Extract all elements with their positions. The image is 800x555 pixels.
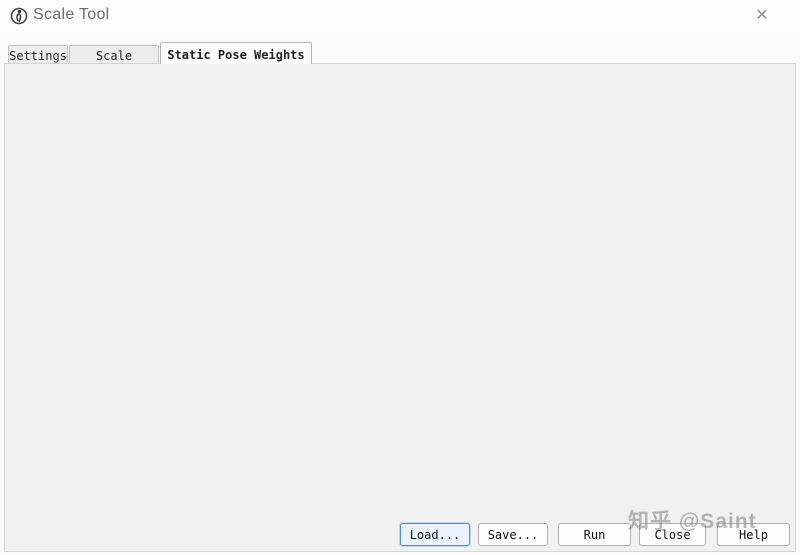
title-bar: Scale Tool ✕ <box>0 0 800 32</box>
load-button[interactable]: Load... <box>400 523 470 546</box>
static-pose-weights-panel <box>4 63 796 552</box>
tab-static-pose-weights[interactable]: Static Pose Weights <box>160 42 312 64</box>
close-button[interactable]: Close <box>639 523 706 546</box>
close-icon[interactable]: ✕ <box>750 4 774 28</box>
scale-tool-icon <box>10 7 28 25</box>
help-button[interactable]: Help <box>717 523 790 546</box>
save-button[interactable]: Save... <box>478 523 548 546</box>
tab-scale-factors[interactable]: Scale Factors <box>69 45 159 77</box>
run-button[interactable]: Run <box>558 523 631 546</box>
tab-settings[interactable]: Settings <box>8 45 68 64</box>
window-title: Scale Tool <box>33 6 110 23</box>
